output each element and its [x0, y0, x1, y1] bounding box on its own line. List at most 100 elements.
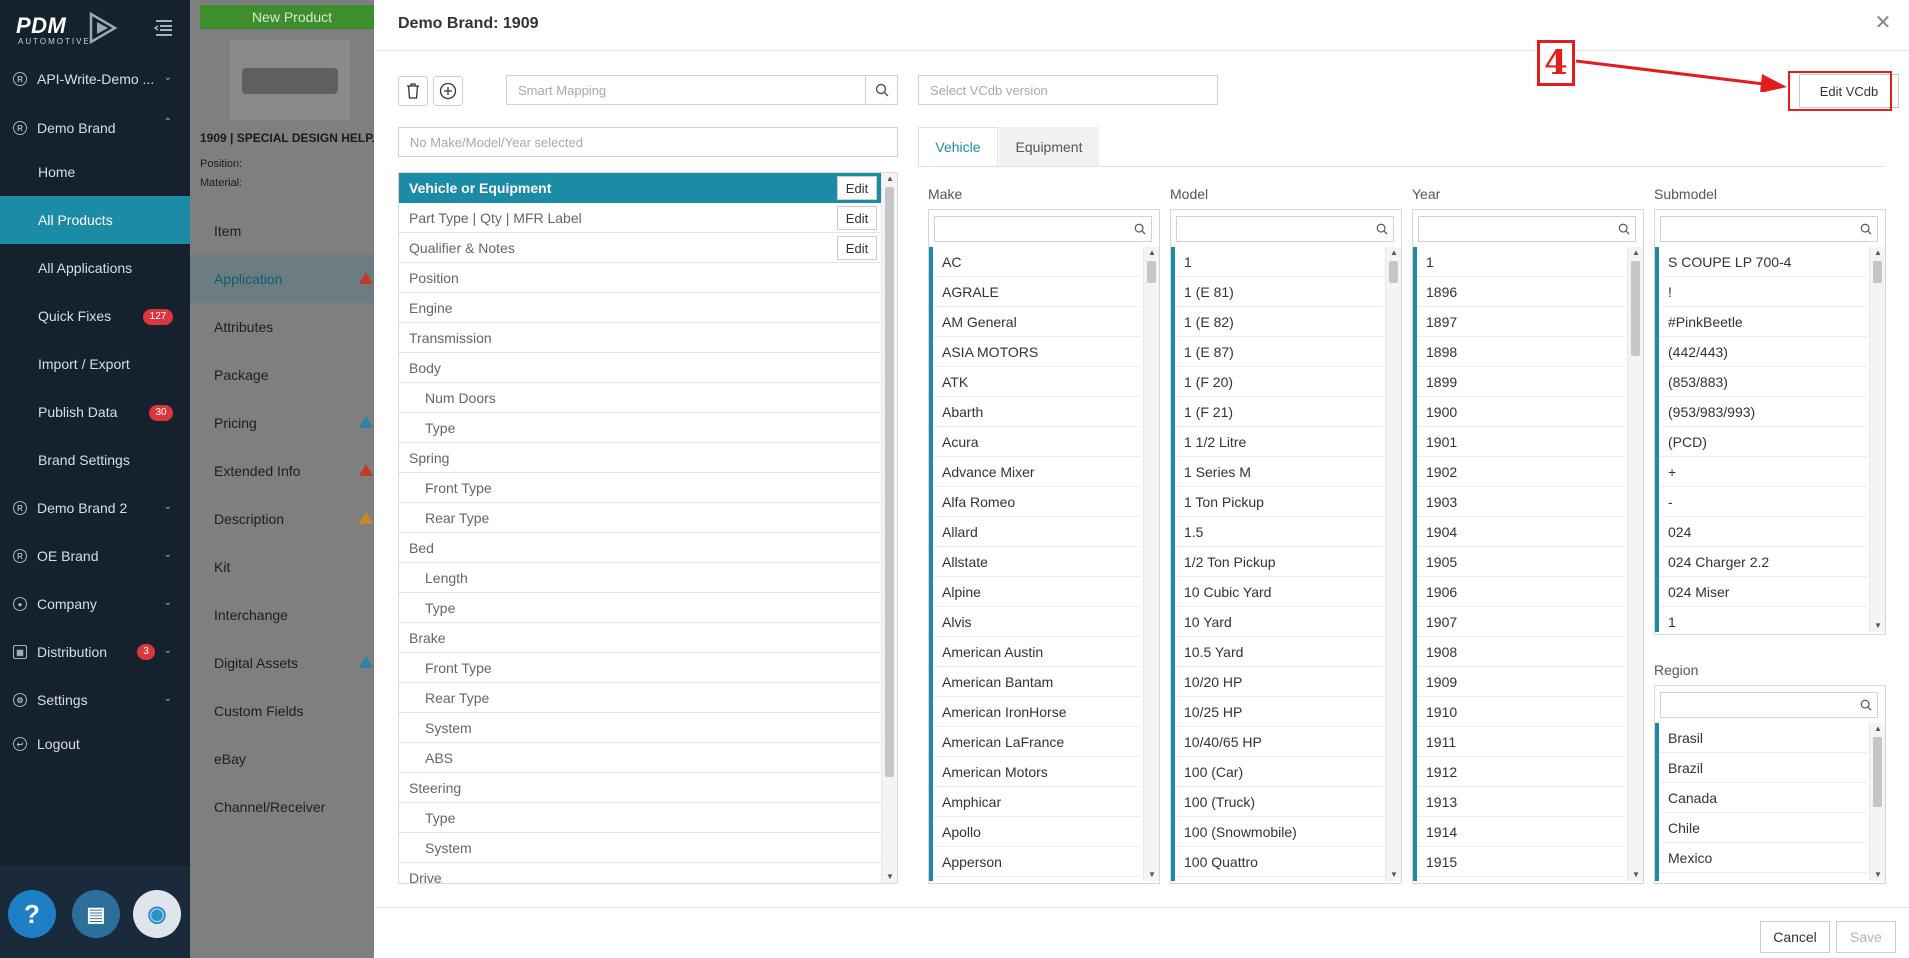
field-row[interactable]: Engine	[399, 293, 881, 323]
list-item[interactable]: +	[1659, 457, 1867, 487]
list-item[interactable]: 1	[1659, 607, 1867, 634]
list-item[interactable]: 1 (F 20)	[1175, 367, 1383, 397]
list-item[interactable]: 1913	[1417, 787, 1625, 817]
add-button[interactable]	[433, 76, 463, 106]
list-item[interactable]: 1900	[1417, 397, 1625, 427]
make-search-input[interactable]	[934, 216, 1152, 242]
field-row[interactable]: Vehicle or Equipment Edit	[399, 173, 881, 203]
scroll-thumb[interactable]	[1389, 261, 1398, 283]
list-item[interactable]: #PinkBeetle	[1659, 307, 1867, 337]
list-item[interactable]: Apollo	[933, 817, 1141, 847]
field-row[interactable]: Type	[399, 413, 881, 443]
list-item[interactable]: Brasil	[1659, 723, 1867, 753]
scroll-down-icon[interactable]: ▼	[882, 871, 897, 883]
year-search-input[interactable]	[1418, 216, 1636, 242]
product-tab-custom-fields[interactable]: Custom Fields	[190, 687, 374, 735]
list-item[interactable]: ATK	[933, 367, 1141, 397]
list-item[interactable]: 10/25 HP	[1175, 697, 1383, 727]
list-item[interactable]: 1 (E 82)	[1175, 307, 1383, 337]
list-item[interactable]: 100 (Truck)	[1175, 787, 1383, 817]
list-item[interactable]: Abarth	[933, 397, 1141, 427]
year-scrollbar[interactable]: ▲ ▼	[1627, 247, 1643, 881]
field-row[interactable]: Length	[399, 563, 881, 593]
product-tab-digital-assets[interactable]: Digital Assets	[190, 639, 374, 687]
selection-summary-field[interactable]: No Make/Model/Year selected	[398, 127, 898, 157]
list-item[interactable]: Allard	[933, 517, 1141, 547]
submodel-scrollbar[interactable]: ▲ ▼	[1869, 247, 1885, 632]
tab-equipment[interactable]: Equipment	[999, 127, 1099, 167]
list-item[interactable]: Alfa Romeo	[933, 487, 1141, 517]
collapse-menu-icon[interactable]	[152, 16, 176, 40]
list-item[interactable]: 024	[1659, 517, 1867, 547]
list-item[interactable]: 1 (E 81)	[1175, 277, 1383, 307]
scroll-up-icon[interactable]: ▲	[1386, 247, 1401, 259]
list-item[interactable]: 1911	[1417, 727, 1625, 757]
field-row[interactable]: Qualifier & Notes Edit	[399, 233, 881, 263]
scroll-thumb[interactable]	[1873, 737, 1882, 807]
list-item[interactable]: 10 Yard	[1175, 607, 1383, 637]
fields-scrollbar[interactable]: ▲ ▼	[881, 173, 897, 883]
product-tab-pricing[interactable]: Pricing	[190, 399, 374, 447]
edit-button[interactable]: Edit	[837, 236, 877, 260]
list-item[interactable]: 1 (E 87)	[1175, 337, 1383, 367]
list-item[interactable]: Chile	[1659, 813, 1867, 843]
nav-item-settings[interactable]: ⚙ Settings ⌄	[0, 680, 190, 720]
make-scrollbar[interactable]: ▲ ▼	[1143, 247, 1159, 881]
scroll-thumb[interactable]	[1873, 261, 1882, 283]
list-item[interactable]: 1898	[1417, 337, 1625, 367]
list-item[interactable]: 1906	[1417, 577, 1625, 607]
new-product-button[interactable]: New Product	[200, 5, 384, 29]
model-scrollbar[interactable]: ▲ ▼	[1385, 247, 1401, 881]
list-item[interactable]: 10 Cubic Yard	[1175, 577, 1383, 607]
scroll-down-icon[interactable]: ▼	[1870, 869, 1885, 881]
field-row[interactable]: Rear Type	[399, 683, 881, 713]
field-row[interactable]: Type	[399, 593, 881, 623]
scroll-thumb[interactable]	[1631, 261, 1640, 356]
list-item[interactable]: Advance Mixer	[933, 457, 1141, 487]
list-item[interactable]: 1910	[1417, 697, 1625, 727]
scroll-up-icon[interactable]: ▲	[1870, 247, 1885, 259]
scroll-up-icon[interactable]: ▲	[1870, 723, 1885, 735]
field-row[interactable]: ABS	[399, 743, 881, 773]
pdm-logo[interactable]: PDM AUTOMOTIVE	[12, 8, 177, 48]
tab-vehicle[interactable]: Vehicle	[918, 127, 998, 167]
field-row[interactable]: System	[399, 833, 881, 863]
list-item[interactable]: Canada	[1659, 783, 1867, 813]
edit-button[interactable]: Edit	[837, 176, 877, 200]
list-item[interactable]: Alvis	[933, 607, 1141, 637]
list-item[interactable]: Amphicar	[933, 787, 1141, 817]
field-row[interactable]: Part Type | Qty | MFR Label Edit	[399, 203, 881, 233]
list-item[interactable]: 1 (F 21)	[1175, 397, 1383, 427]
list-item[interactable]: 10/40/65 HP	[1175, 727, 1383, 757]
list-item[interactable]: (953/983/993)	[1659, 397, 1867, 427]
scroll-up-icon[interactable]: ▲	[1144, 247, 1159, 259]
nav-sub-home[interactable]: Home	[0, 148, 190, 196]
nav-sub-quick-fixes[interactable]: Quick Fixes 127	[0, 292, 190, 340]
nav-item-api-write-demo[interactable]: R API-Write-Demo ... ⌄	[0, 59, 190, 99]
list-item[interactable]: 1902	[1417, 457, 1625, 487]
product-tab-extended-info[interactable]: Extended Info	[190, 447, 374, 495]
scroll-thumb[interactable]	[885, 187, 894, 777]
nav-sub-all-applications[interactable]: All Applications	[0, 244, 190, 292]
list-item[interactable]: 1897	[1417, 307, 1625, 337]
region-search-input[interactable]	[1660, 692, 1878, 718]
list-item[interactable]: 024 Charger 2.2	[1659, 547, 1867, 577]
list-item[interactable]: 100 (Snowmobile)	[1175, 817, 1383, 847]
list-item[interactable]: 100 Quattro	[1175, 847, 1383, 877]
edit-button[interactable]: Edit	[837, 206, 877, 230]
list-item[interactable]: 10.5 Yard	[1175, 637, 1383, 667]
scroll-down-icon[interactable]: ▼	[1386, 869, 1401, 881]
list-item[interactable]: 10/20 HP	[1175, 667, 1383, 697]
product-tab-application[interactable]: Application	[190, 255, 374, 303]
scroll-up-icon[interactable]: ▲	[1628, 247, 1643, 259]
vcdb-version-select[interactable]: Select VCdb version	[918, 75, 1218, 105]
field-row[interactable]: Num Doors	[399, 383, 881, 413]
list-item[interactable]: 1905	[1417, 547, 1625, 577]
list-item[interactable]: 1901	[1417, 427, 1625, 457]
field-row[interactable]: Spring	[399, 443, 881, 473]
field-row[interactable]: Brake	[399, 623, 881, 653]
list-item[interactable]: ASIA MOTORS	[933, 337, 1141, 367]
nav-sub-publish-data[interactable]: Publish Data 30	[0, 388, 190, 436]
product-tab-ebay[interactable]: eBay	[190, 735, 374, 783]
field-row[interactable]: Steering	[399, 773, 881, 803]
